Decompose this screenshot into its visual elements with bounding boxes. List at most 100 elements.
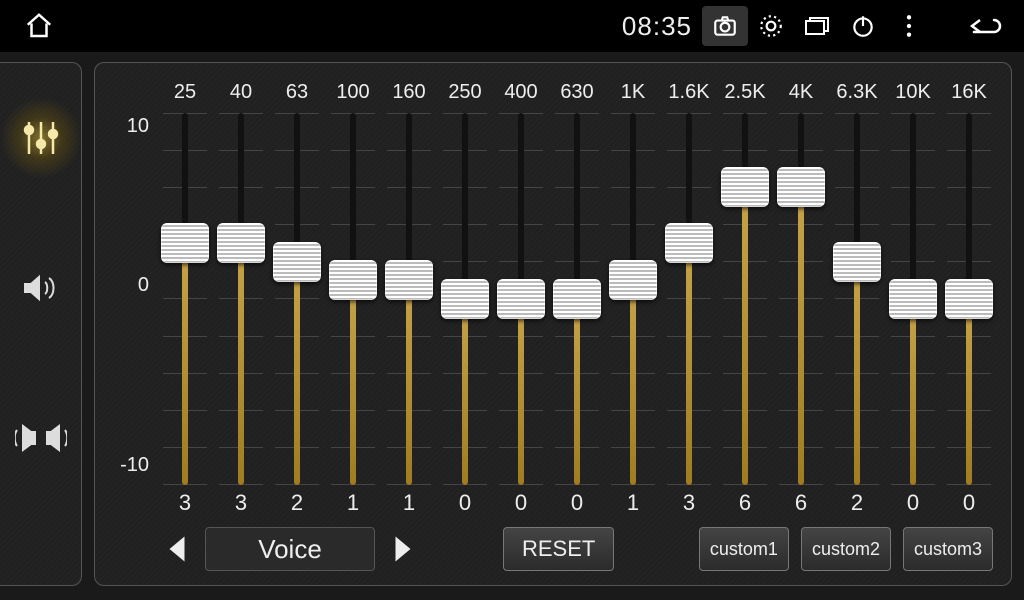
eq-band: 250 0 <box>437 81 493 521</box>
sidebar-item-volume[interactable] <box>6 253 76 323</box>
band-value-label: 3 <box>179 485 191 521</box>
band-slider[interactable] <box>325 113 381 485</box>
recent-apps-icon[interactable] <box>794 6 840 46</box>
band-slider[interactable] <box>829 113 885 485</box>
band-slider[interactable] <box>269 113 325 485</box>
custom-preset-1-button[interactable]: custom1 <box>699 527 789 571</box>
eq-band: 10K 0 <box>885 81 941 521</box>
preset-label[interactable]: Voice <box>205 527 375 571</box>
band-slider-thumb[interactable] <box>441 279 489 319</box>
band-value-label: 3 <box>683 485 695 521</box>
band-freq-label: 10K <box>895 81 931 113</box>
preset-picker: Voice <box>157 527 423 571</box>
band-slider[interactable] <box>661 113 717 485</box>
band-slider-thumb[interactable] <box>665 223 713 263</box>
preset-next-button[interactable] <box>383 529 423 569</box>
brightness-icon[interactable] <box>748 6 794 46</box>
clock-label: 08:35 <box>622 11 692 42</box>
band-slider[interactable] <box>941 113 997 485</box>
band-value-label: 3 <box>235 485 247 521</box>
band-freq-label: 250 <box>448 81 481 113</box>
band-value-label: 0 <box>571 485 583 521</box>
eq-band: 6.3K 2 <box>829 81 885 521</box>
band-value-label: 2 <box>291 485 303 521</box>
band-value-label: 1 <box>627 485 639 521</box>
band-slider[interactable] <box>493 113 549 485</box>
eq-band: 63 2 <box>269 81 325 521</box>
reset-button[interactable]: RESET <box>503 527 614 571</box>
eq-panel: 10 0 -10 253403632100116012500400063001K… <box>94 62 1012 586</box>
sidebar <box>0 62 82 586</box>
bottom-controls: Voice RESET custom1 custom2 custom3 <box>113 521 997 573</box>
band-value-label: 0 <box>963 485 975 521</box>
band-freq-label: 1.6K <box>668 81 709 113</box>
band-slider[interactable] <box>157 113 213 485</box>
eq-bands: 253403632100116012500400063001K11.6K32.5… <box>157 81 997 521</box>
band-slider-thumb[interactable] <box>329 260 377 300</box>
eq-band: 25 3 <box>157 81 213 521</box>
band-slider-thumb[interactable] <box>273 242 321 282</box>
eq-band: 1K 1 <box>605 81 661 521</box>
band-freq-label: 400 <box>504 81 537 113</box>
band-slider[interactable] <box>437 113 493 485</box>
band-slider[interactable] <box>885 113 941 485</box>
band-slider[interactable] <box>213 113 269 485</box>
band-freq-label: 160 <box>392 81 425 113</box>
eq-band: 400 0 <box>493 81 549 521</box>
band-value-label: 6 <box>795 485 807 521</box>
band-slider[interactable] <box>717 113 773 485</box>
more-icon[interactable] <box>886 6 932 46</box>
band-slider-thumb[interactable] <box>497 279 545 319</box>
band-value-label: 6 <box>739 485 751 521</box>
band-value-label: 1 <box>403 485 415 521</box>
band-freq-label: 25 <box>174 81 196 113</box>
band-slider-thumb[interactable] <box>553 279 601 319</box>
sidebar-item-eq[interactable] <box>6 103 76 173</box>
band-freq-label: 2.5K <box>724 81 765 113</box>
band-slider-thumb[interactable] <box>889 279 937 319</box>
eq-band: 2.5K 6 <box>717 81 773 521</box>
band-slider-thumb[interactable] <box>161 223 209 263</box>
band-slider[interactable] <box>773 113 829 485</box>
band-value-label: 1 <box>347 485 359 521</box>
band-value-label: 0 <box>515 485 527 521</box>
band-freq-label: 100 <box>336 81 369 113</box>
band-value-label: 2 <box>851 485 863 521</box>
band-slider-thumb[interactable] <box>609 260 657 300</box>
band-slider-thumb[interactable] <box>721 167 769 207</box>
band-value-label: 0 <box>459 485 471 521</box>
status-bar: 08:35 <box>0 0 1024 52</box>
band-slider-thumb[interactable] <box>945 279 993 319</box>
sidebar-item-balance[interactable] <box>6 403 76 473</box>
band-slider[interactable] <box>549 113 605 485</box>
eq-band: 630 0 <box>549 81 605 521</box>
band-slider-thumb[interactable] <box>385 260 433 300</box>
eq-band: 4K 6 <box>773 81 829 521</box>
band-value-label: 0 <box>907 485 919 521</box>
eq-band: 1.6K 3 <box>661 81 717 521</box>
band-slider[interactable] <box>381 113 437 485</box>
custom-preset-3-button[interactable]: custom3 <box>903 527 993 571</box>
y-axis-labels: 10 0 -10 <box>113 81 157 521</box>
band-freq-label: 40 <box>230 81 252 113</box>
band-freq-label: 1K <box>621 81 645 113</box>
band-freq-label: 4K <box>789 81 813 113</box>
band-slider-thumb[interactable] <box>833 242 881 282</box>
band-freq-label: 16K <box>951 81 987 113</box>
band-slider-thumb[interactable] <box>777 167 825 207</box>
band-slider-thumb[interactable] <box>217 223 265 263</box>
eq-band: 16K 0 <box>941 81 997 521</box>
camera-icon[interactable] <box>702 6 748 46</box>
eq-band: 100 1 <box>325 81 381 521</box>
power-icon[interactable] <box>840 6 886 46</box>
custom-preset-2-button[interactable]: custom2 <box>801 527 891 571</box>
back-icon[interactable] <box>962 6 1008 46</box>
eq-band: 40 3 <box>213 81 269 521</box>
band-freq-label: 6.3K <box>836 81 877 113</box>
band-freq-label: 63 <box>286 81 308 113</box>
band-slider[interactable] <box>605 113 661 485</box>
home-icon[interactable] <box>16 6 62 46</box>
band-freq-label: 630 <box>560 81 593 113</box>
preset-prev-button[interactable] <box>157 529 197 569</box>
eq-band: 1601 <box>381 81 437 521</box>
